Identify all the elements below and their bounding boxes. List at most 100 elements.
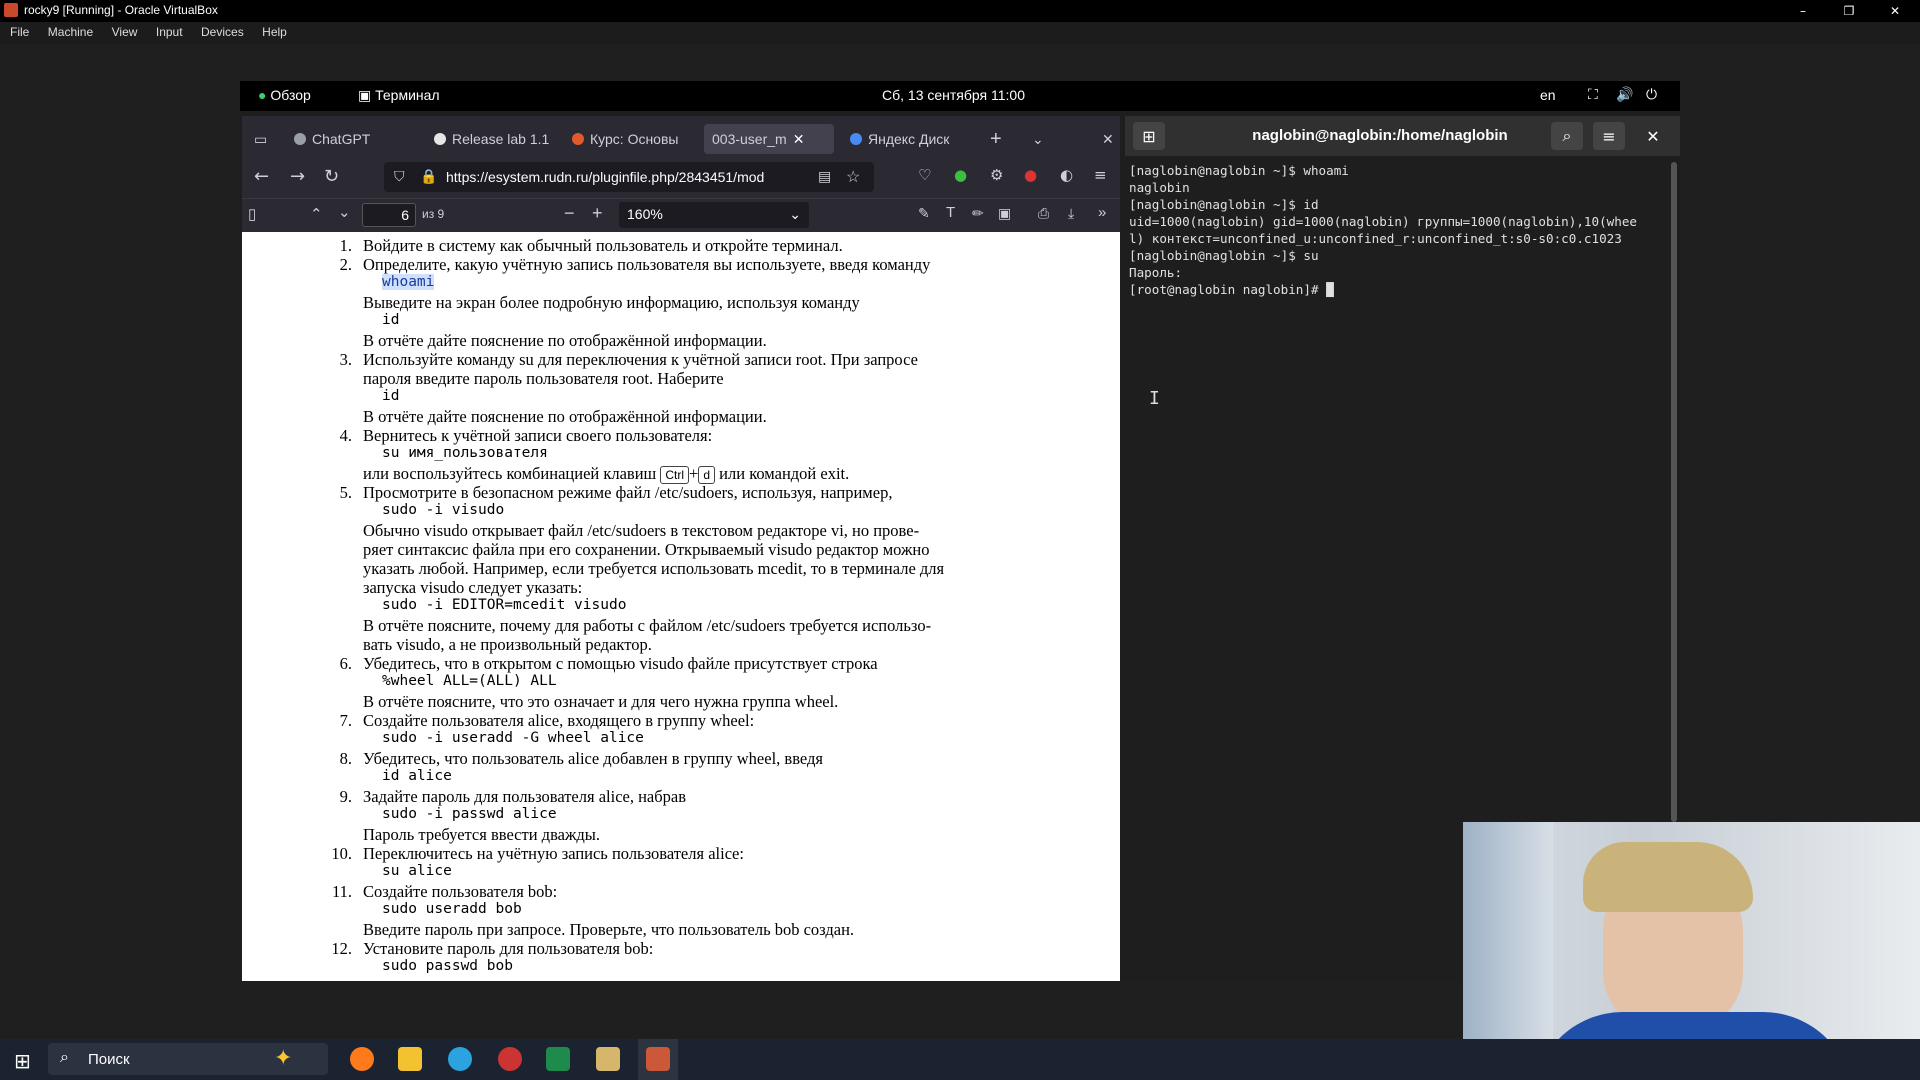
menu-icon[interactable]: ≡ — [1593, 122, 1625, 150]
menu-hamburger-icon[interactable]: ≡ — [1094, 166, 1107, 184]
menu-help[interactable]: Help — [262, 22, 287, 39]
pdf-line-text: В отчёте дайте пояснение по отображённой… — [363, 331, 767, 350]
back-icon[interactable]: ← — [254, 166, 269, 187]
menu-machine[interactable]: Machine — [48, 22, 93, 39]
reader-view-icon[interactable]: ▤ — [818, 168, 831, 185]
terminal-title: naglobin@naglobin:/home/naglobin — [1252, 127, 1508, 144]
gnome-top-bar: ● Обзор ▣ Терминал Сб, 13 сентября 11:00… — [240, 81, 1680, 111]
pdf-code-text: sudo -i passwd alice — [382, 806, 557, 822]
pdf-line-text: Используйте команду su для переключения … — [363, 350, 918, 369]
pdf-line-text: Введите пароль при запросе. Проверьте, ч… — [363, 920, 855, 939]
shield-icon[interactable]: ⛉ — [394, 168, 405, 185]
tab-close-icon[interactable]: ✕ — [793, 131, 805, 148]
tab-label: ChatGPT — [312, 131, 371, 147]
list-number: 2. — [339, 255, 352, 274]
menu-input[interactable]: Input — [156, 22, 183, 39]
menu-view[interactable]: View — [112, 22, 138, 39]
url-text[interactable]: https://esystem.rudn.ru/pluginfile.php/2… — [446, 169, 806, 185]
tab-chatgpt[interactable]: ChatGPT — [294, 124, 414, 154]
highlight-icon[interactable]: ✎ — [918, 205, 930, 222]
minimize-button[interactable]: – — [1780, 0, 1826, 22]
tab-release[interactable]: Release lab 1.1 — [434, 124, 554, 154]
more-tools-icon[interactable]: » — [1098, 204, 1106, 221]
tab-list-chevron-icon[interactable]: ⌄ — [1032, 124, 1052, 154]
terminal-line: [naglobin@naglobin ~]$ su — [1129, 248, 1319, 263]
close-window-icon[interactable]: ✕ — [1102, 124, 1118, 154]
pdf-line-text: вать visudo, а не произвольный редактор. — [363, 635, 652, 654]
search-icon[interactable]: ⌕ — [1551, 122, 1583, 150]
pdf-line-text: В отчёте поясните, почему для работы с ф… — [363, 616, 932, 635]
windows-start-icon[interactable]: ⊞ — [14, 1049, 31, 1073]
sidebar-toggle-icon[interactable]: ▯ — [248, 205, 256, 223]
file-explorer-icon[interactable] — [398, 1047, 422, 1071]
terminal-header: ⊞ naglobin@naglobin:/home/naglobin ⌕ ≡ ✕ — [1125, 116, 1680, 156]
pdf-page[interactable]: 1. Войдите в систему как обычный пользова… — [242, 232, 1120, 981]
lock-icon[interactable]: 🔒 — [420, 168, 437, 185]
draw-icon[interactable]: ✏ — [972, 205, 984, 222]
image-icon[interactable]: ▣ — [998, 205, 1011, 222]
terminal-app-label: Терминал — [375, 87, 440, 103]
print-icon[interactable]: ⎙ — [1038, 205, 1049, 222]
pdf-line-text: Определите, какую учётную запись пользов… — [363, 255, 931, 274]
clock[interactable]: Сб, 13 сентября 11:00 — [882, 87, 1025, 103]
tab-yandex-disk[interactable]: Яндекс Диск — [850, 124, 970, 154]
text-tool-icon[interactable]: T — [946, 204, 955, 221]
tab-overview-icon[interactable]: ▭ — [254, 124, 274, 154]
list-number: 5. — [339, 483, 352, 502]
chatgpt-icon — [294, 133, 306, 145]
pdf-line-text: указать любой. Например, если требуется … — [363, 559, 945, 578]
text-cursor-icon: I — [1149, 388, 1160, 409]
tab-course[interactable]: Курс: Основы — [572, 124, 684, 154]
zoom-in-icon[interactable]: + — [592, 203, 603, 224]
tab-pdf-active[interactable]: 003-user_m ✕ — [704, 124, 834, 154]
pdf-line-text: Убедитесь, что пользователь alice добавл… — [363, 749, 823, 768]
volume-icon[interactable]: 🔊 — [1616, 87, 1633, 103]
menu-devices[interactable]: Devices — [201, 22, 244, 39]
bookmark-star-icon[interactable]: ☆ — [846, 167, 860, 187]
clock-app-icon[interactable] — [498, 1047, 522, 1071]
zoom-out-icon[interactable]: − — [564, 203, 575, 224]
github-icon — [434, 133, 446, 145]
moodle-icon — [572, 133, 584, 145]
terminal-scrollbar[interactable] — [1671, 162, 1677, 822]
new-tab-button[interactable]: + — [990, 124, 1010, 154]
terminal-line: [naglobin@naglobin ~]$ id — [1129, 197, 1319, 212]
url-bar[interactable]: ⛉ 🔒 https://esystem.rudn.ru/pluginfile.p… — [384, 162, 874, 192]
network-icon[interactable]: ⛶ — [1588, 87, 1598, 103]
ctrl-key-label: Ctrl — [660, 466, 690, 484]
search-icon: ⌕ — [60, 1049, 69, 1066]
terminal-line: naglobin — [1129, 180, 1190, 195]
list-number: 8. — [339, 749, 352, 768]
extensions-puzzle-icon[interactable]: ⚙ — [990, 166, 1003, 184]
new-tab-icon[interactable]: ⊞ — [1133, 122, 1165, 150]
zoom-select[interactable]: 160% ⌄ — [619, 202, 809, 228]
restore-button[interactable]: ❐ — [1826, 0, 1872, 22]
save-icon[interactable]: ⤓ — [1068, 205, 1074, 222]
pdf-code-text: id alice — [382, 768, 452, 784]
next-page-icon[interactable]: ⌄ — [338, 203, 351, 221]
firefox-icon[interactable] — [350, 1047, 374, 1071]
reload-icon[interactable]: ↻ — [324, 166, 339, 187]
pocket-icon[interactable]: ♡ — [918, 166, 931, 184]
taskbar-search[interactable]: ⌕ Поиск ✦ — [48, 1043, 328, 1075]
telegram-icon[interactable] — [448, 1047, 472, 1071]
app-icon[interactable] — [596, 1047, 620, 1071]
extension-icon[interactable]: ● — [954, 166, 967, 184]
zoom-value: 160% — [627, 206, 663, 222]
vscode-icon[interactable] — [546, 1047, 570, 1071]
addon-icon[interactable]: ◐ — [1060, 166, 1073, 184]
forward-icon[interactable]: → — [290, 166, 305, 187]
prev-page-icon[interactable]: ⌃ — [310, 205, 323, 223]
terminal-app-menu[interactable]: ▣ Терминал — [358, 87, 440, 104]
activities-label: Обзор — [270, 87, 311, 103]
menu-file[interactable]: File — [10, 22, 29, 39]
list-number: 9. — [339, 787, 352, 806]
power-icon[interactable]: ⏻ — [1646, 87, 1657, 103]
activities-button[interactable]: ● Обзор — [258, 87, 311, 103]
ublock-icon[interactable]: ● — [1024, 166, 1037, 184]
keyboard-layout[interactable]: en — [1540, 87, 1556, 103]
page-number-input[interactable]: 6 — [362, 203, 416, 227]
terminal-output[interactable]: [naglobin@naglobin ~]$ whoami naglobin [na… — [1129, 162, 1669, 298]
close-icon[interactable]: ✕ — [1637, 122, 1669, 150]
close-button[interactable]: ✕ — [1872, 0, 1918, 22]
